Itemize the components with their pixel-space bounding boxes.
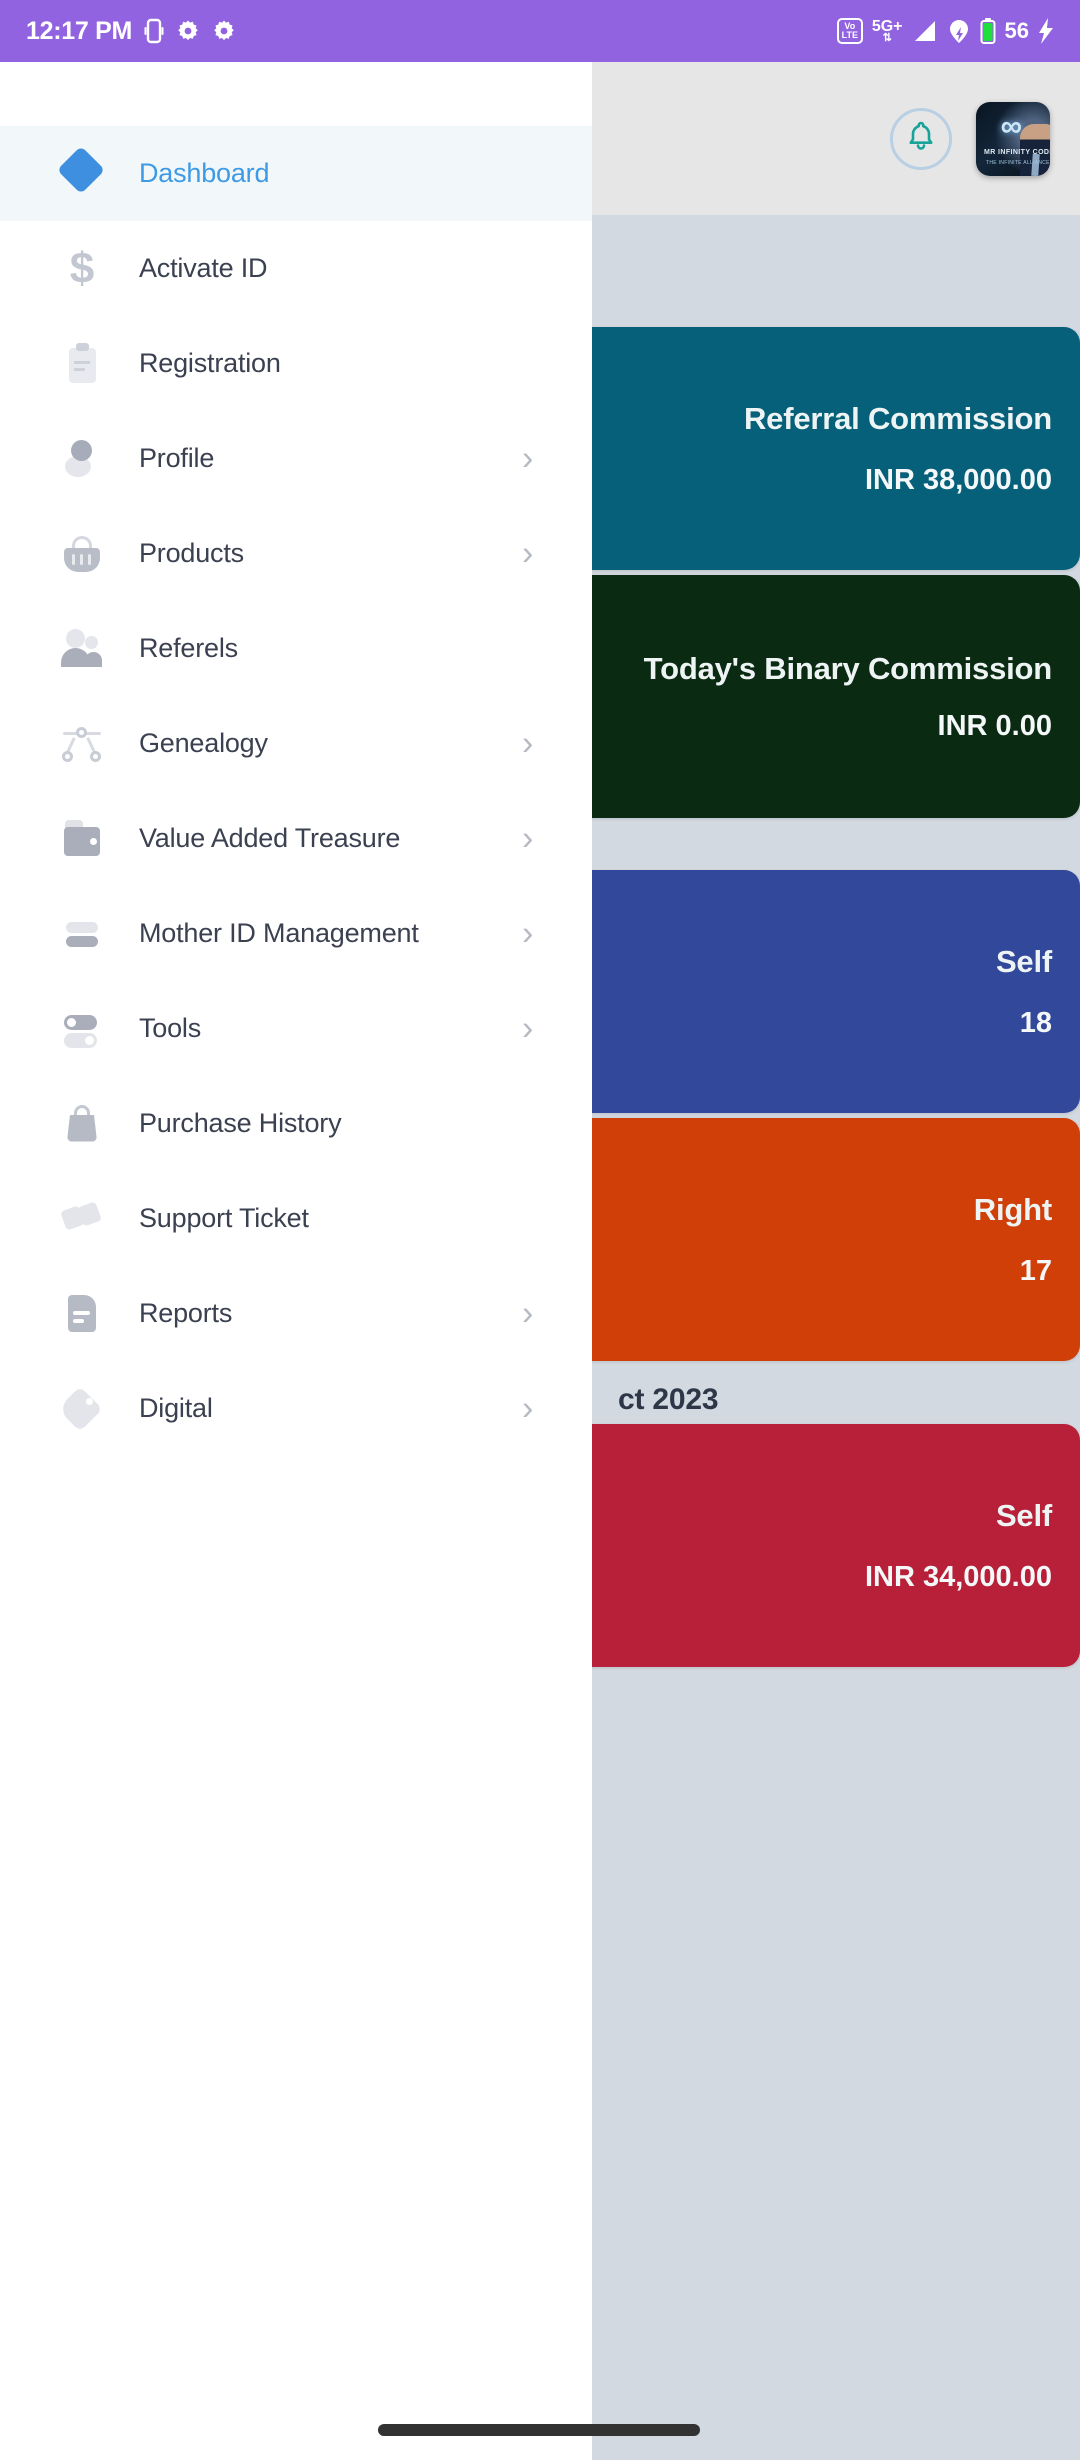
status-bar: 12:17 PM Vo LTE 5G+ ⇅ 56 xyxy=(0,0,1080,62)
section-heading: ct 2023 xyxy=(618,1383,719,1416)
wallet-folder-icon xyxy=(55,812,109,866)
people-icon xyxy=(55,622,109,676)
chevron-right-icon[interactable]: › xyxy=(522,819,533,858)
ticket-icon xyxy=(55,1192,109,1246)
volte-bottom-text: LTE xyxy=(841,30,858,40)
chevron-right-icon[interactable]: › xyxy=(522,1389,533,1428)
battery-icon xyxy=(980,18,996,44)
card-referral-commission[interactable]: Referral Commission INR 38,000.00 xyxy=(592,327,1080,570)
genealogy-tree-icon xyxy=(55,717,109,771)
volte-icon: Vo LTE xyxy=(836,18,863,44)
card-self-amount[interactable]: Self INR 34,000.00 xyxy=(592,1424,1080,1667)
card-value: INR 38,000.00 xyxy=(864,463,1052,496)
sidebar-item-label: Tools xyxy=(139,1013,202,1043)
card-self-count[interactable]: Self 18 xyxy=(592,870,1080,1113)
app-content-area: ∞ MR INFINITY CODE THE INFINITE ALLIANCE… xyxy=(592,62,1080,2460)
card-value: 18 xyxy=(1019,1006,1052,1039)
sidebar-item-label: Profile xyxy=(139,443,215,473)
sidebar-item-tools[interactable]: Tools › xyxy=(0,981,592,1076)
notification-bell-button[interactable] xyxy=(890,107,952,170)
data-arrows-icon: ⇅ xyxy=(882,31,892,44)
chevron-right-icon[interactable]: › xyxy=(522,914,533,953)
sidebar-item-label: Products xyxy=(139,538,244,568)
card-title: Today's Binary Commission xyxy=(643,651,1053,687)
chevron-right-icon[interactable]: › xyxy=(522,1009,533,1048)
charging-icon xyxy=(1038,18,1054,44)
status-bar-clock: 12:17 PM xyxy=(26,16,132,45)
vibrate-icon xyxy=(144,18,164,44)
sidebar-item-label: Reports xyxy=(139,1298,233,1328)
sidebar-item-label: Support Ticket xyxy=(139,1203,309,1233)
navigation-drawer: Dashboard $ Activate ID Registration Pro… xyxy=(0,62,592,2460)
bell-icon xyxy=(906,120,936,157)
dollar-icon: $ xyxy=(69,243,95,293)
avatar-caption-top: MR INFINITY CODE xyxy=(984,148,1050,156)
shopping-bag-icon xyxy=(55,1097,109,1151)
home-gesture-bar[interactable] xyxy=(378,2424,700,2436)
signal-icon xyxy=(912,19,938,43)
status-bar-right: Vo LTE 5G+ ⇅ 56 xyxy=(836,18,1054,44)
card-value: INR 34,000.00 xyxy=(864,1560,1052,1593)
sidebar-item-profile[interactable]: Profile › xyxy=(0,411,592,506)
chevron-right-icon[interactable]: › xyxy=(522,439,533,478)
price-tag-icon xyxy=(55,1382,109,1436)
card-title: Referral Commission xyxy=(743,401,1052,437)
sidebar-item-referels[interactable]: Referels xyxy=(0,601,592,696)
chevron-right-icon[interactable]: › xyxy=(522,1294,533,1333)
network-type-label: 5G+ ⇅ xyxy=(872,18,903,44)
card-title: Self xyxy=(995,944,1052,980)
sidebar-item-value-added-treasure[interactable]: Value Added Treasure › xyxy=(0,791,592,886)
app-header: ∞ MR INFINITY CODE THE INFINITE ALLIANCE xyxy=(592,62,1080,215)
sidebar-item-label: Mother ID Management xyxy=(139,918,419,948)
card-title: Self xyxy=(995,1498,1052,1534)
sidebar-item-support-ticket[interactable]: Support Ticket xyxy=(0,1171,592,1266)
sidebar-item-dashboard[interactable]: Dashboard xyxy=(0,126,592,221)
drawer-header-spacer xyxy=(0,62,592,126)
hotspot-icon xyxy=(947,18,971,44)
card-right-count[interactable]: Right 17 xyxy=(592,1118,1080,1361)
battery-percent-label: 56 xyxy=(1004,18,1029,43)
chevron-right-icon[interactable]: › xyxy=(522,534,533,573)
sidebar-item-registration[interactable]: Registration xyxy=(0,316,592,411)
sidebar-item-digital[interactable]: Digital › xyxy=(0,1361,592,1456)
stacked-bars-icon xyxy=(55,907,109,961)
infinity-logo-icon: ∞ xyxy=(1000,109,1022,143)
card-title: Right xyxy=(973,1192,1052,1228)
sidebar-item-label: Dashboard xyxy=(139,158,270,188)
sidebar-item-purchase-history[interactable]: Purchase History xyxy=(0,1076,592,1171)
gear-icon xyxy=(212,19,236,43)
sidebar-item-genealogy[interactable]: Genealogy › xyxy=(0,696,592,791)
card-value: INR 0.00 xyxy=(937,709,1052,742)
avatar[interactable]: ∞ MR INFINITY CODE THE INFINITE ALLIANCE xyxy=(976,101,1050,176)
sidebar-item-reports[interactable]: Reports › xyxy=(0,1266,592,1361)
chevron-right-icon[interactable]: › xyxy=(522,724,533,763)
card-todays-binary-commission[interactable]: Today's Binary Commission INR 0.00 xyxy=(592,575,1080,818)
sidebar-item-label: Activate ID xyxy=(139,253,268,283)
sidebar-item-label: Referels xyxy=(139,633,238,663)
avatar-caption-bottom: THE INFINITE ALLIANCE xyxy=(986,159,1050,166)
dashboard-diamond-icon xyxy=(55,145,109,208)
sidebar-item-activate-id[interactable]: $ Activate ID xyxy=(0,221,592,316)
document-report-icon xyxy=(55,1287,109,1341)
sidebar-item-label: Registration xyxy=(139,348,281,378)
card-value: 17 xyxy=(1019,1254,1052,1287)
sidebar-item-mother-id-management[interactable]: Mother ID Management › xyxy=(0,886,592,981)
sidebar-item-label: Purchase History xyxy=(139,1108,342,1138)
user-profile-icon xyxy=(55,432,109,486)
sidebar-item-label: Genealogy xyxy=(139,728,268,758)
gear-icon xyxy=(176,19,200,43)
shopping-basket-icon xyxy=(55,527,109,581)
toggles-icon xyxy=(55,1002,109,1056)
sidebar-item-label: Digital xyxy=(139,1393,213,1423)
sidebar-item-products[interactable]: Products › xyxy=(0,506,592,601)
status-bar-left: 12:17 PM xyxy=(26,17,236,46)
sidebar-item-label: Value Added Treasure xyxy=(139,823,401,853)
clipboard-icon xyxy=(55,337,109,391)
